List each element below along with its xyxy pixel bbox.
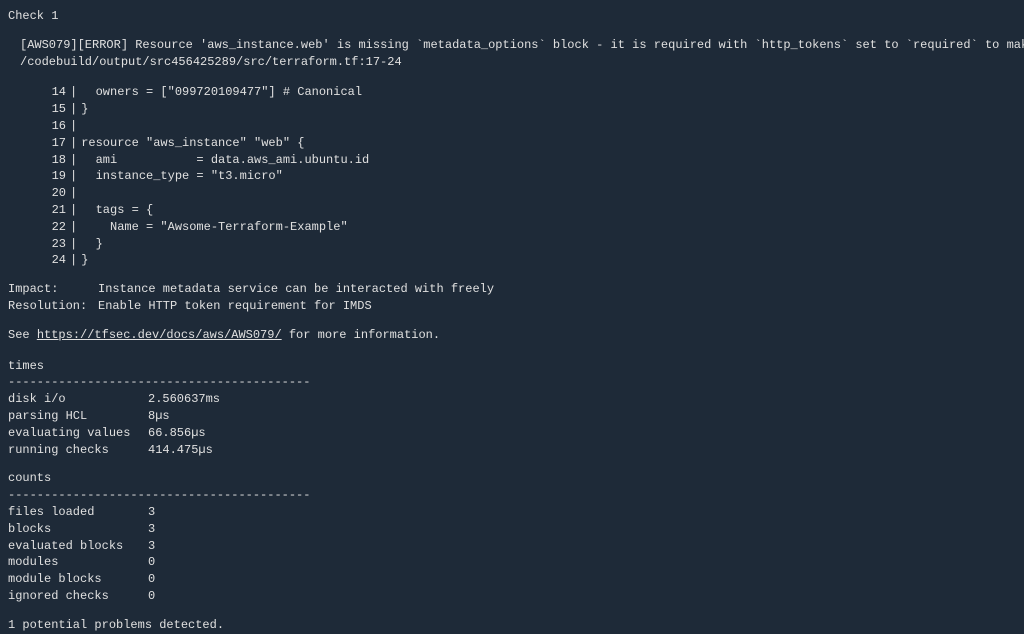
code-line: 16| (38, 118, 1016, 135)
stat-row: running checks414.475µs (8, 442, 1016, 459)
stat-row: disk i/o2.560637ms (8, 391, 1016, 408)
see-more-info: See https://tfsec.dev/docs/aws/AWS079/ f… (8, 327, 1016, 344)
code-snippet: 14| owners = ["099720109477"] # Canonica… (38, 84, 1016, 269)
impact-text: Instance metadata service can be interac… (98, 281, 494, 298)
resolution-row: Resolution: Enable HTTP token requiremen… (8, 298, 1016, 315)
code-line: 17|resource "aws_instance" "web" { (38, 135, 1016, 152)
code-line: 22| Name = "Awsome-Terraform-Example" (38, 219, 1016, 236)
problems-summary: 1 potential problems detected. (8, 617, 1016, 634)
divider: ----------------------------------------… (8, 487, 1016, 504)
impact-resolution-block: Impact: Instance metadata service can be… (8, 281, 1016, 315)
code-line: 19| instance_type = "t3.micro" (38, 168, 1016, 185)
stat-row: evaluated blocks3 (8, 538, 1016, 555)
docs-link[interactable]: https://tfsec.dev/docs/aws/AWS079/ (37, 328, 282, 342)
impact-row: Impact: Instance metadata service can be… (8, 281, 1016, 298)
code-line: 24|} (38, 252, 1016, 269)
resolution-text: Enable HTTP token requirement for IMDS (98, 298, 372, 315)
see-suffix: for more information. (282, 328, 440, 342)
stat-row: modules0 (8, 554, 1016, 571)
counts-section: counts ---------------------------------… (8, 470, 1016, 604)
code-line: 18| ami = data.aws_ami.ubuntu.id (38, 152, 1016, 169)
check-header: Check 1 (8, 8, 1016, 25)
stat-row: parsing HCL8µs (8, 408, 1016, 425)
error-text: Resource 'aws_instance.web' is missing `… (135, 38, 1024, 52)
error-code: [AWS079] (20, 38, 78, 52)
stat-row: module blocks0 (8, 571, 1016, 588)
counts-title: counts (8, 470, 1016, 487)
error-message: [AWS079][ERROR] Resource 'aws_instance.w… (20, 37, 1016, 54)
divider: ----------------------------------------… (8, 374, 1016, 391)
stat-row: ignored checks0 (8, 588, 1016, 605)
code-line: 15|} (38, 101, 1016, 118)
times-title: times (8, 358, 1016, 375)
times-section: times ----------------------------------… (8, 358, 1016, 459)
stat-row: evaluating values66.856µs (8, 425, 1016, 442)
code-line: 20| (38, 185, 1016, 202)
resolution-label: Resolution: (8, 298, 98, 315)
stat-row: files loaded3 (8, 504, 1016, 521)
code-line: 14| owners = ["099720109477"] # Canonica… (38, 84, 1016, 101)
see-prefix: See (8, 328, 37, 342)
code-line: 21| tags = { (38, 202, 1016, 219)
code-line: 23| } (38, 236, 1016, 253)
stat-row: blocks3 (8, 521, 1016, 538)
error-level: [ERROR] (78, 38, 128, 52)
error-filepath: /codebuild/output/src456425289/src/terra… (20, 54, 1016, 71)
impact-label: Impact: (8, 281, 98, 298)
